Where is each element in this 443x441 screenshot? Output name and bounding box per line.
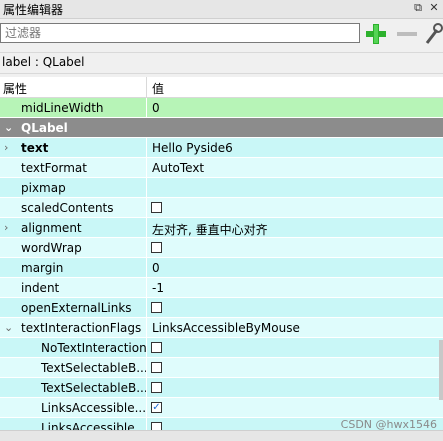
minus-icon[interactable]: [395, 22, 419, 46]
property-value[interactable]: LinksAccessibleByMouse: [152, 321, 300, 335]
property-value[interactable]: Hello Pyside6: [152, 141, 233, 155]
table-row[interactable]: pixmap: [0, 178, 443, 198]
property-table: midLineWidth 0 ⌄ QLabel › text Hello Pys…: [0, 98, 443, 430]
property-value[interactable]: 0: [152, 261, 160, 275]
checkbox-checked[interactable]: ✓: [151, 402, 162, 413]
object-label: label : QLabel: [2, 55, 85, 69]
property-name: pixmap: [21, 181, 66, 195]
property-name: NoTextInteraction: [41, 341, 147, 355]
table-row[interactable]: margin 0: [0, 258, 443, 278]
table-row[interactable]: scaledContents: [0, 198, 443, 218]
panel-titlebar: 属性编辑器 ⧉ ✕: [0, 0, 443, 19]
property-name: midLineWidth: [21, 101, 104, 115]
table-row[interactable]: TextSelectableB...: [0, 358, 443, 378]
bottom-panel-edge: [0, 430, 443, 441]
checkbox[interactable]: [151, 382, 162, 393]
column-separator[interactable]: [146, 77, 147, 97]
chevron-right-icon[interactable]: ›: [4, 221, 8, 234]
table-row[interactable]: openExternalLinks: [0, 298, 443, 318]
property-name: indent: [21, 281, 60, 295]
section-header-qlabel[interactable]: ⌄ QLabel: [0, 118, 443, 138]
wrench-icon[interactable]: [421, 22, 443, 46]
property-name: textFormat: [21, 161, 87, 175]
property-name: openExternalLinks: [21, 301, 132, 315]
float-icon[interactable]: ⧉: [411, 1, 425, 15]
property-name: TextSelectableB...: [41, 361, 148, 375]
table-row[interactable]: textFormat AutoText: [0, 158, 443, 178]
table-row[interactable]: indent -1: [0, 278, 443, 298]
checkbox[interactable]: [151, 302, 162, 313]
chevron-down-icon[interactable]: ⌄: [4, 321, 13, 334]
object-label-bar: label : QLabel: [0, 52, 443, 74]
checkbox[interactable]: [151, 242, 162, 253]
property-name: textInteractionFlags: [21, 321, 142, 335]
property-toolbar: [0, 19, 443, 51]
close-icon[interactable]: ✕: [427, 1, 441, 15]
property-name: scaledContents: [21, 201, 114, 215]
property-value[interactable]: AutoText: [152, 161, 204, 175]
table-header: 属性 值: [0, 77, 443, 98]
vertical-scrollbar[interactable]: [439, 340, 443, 400]
property-name: alignment: [21, 221, 82, 235]
plus-icon[interactable]: [364, 22, 388, 46]
table-row[interactable]: wordWrap: [0, 238, 443, 258]
property-value[interactable]: 0: [152, 101, 160, 115]
property-name: text: [21, 141, 49, 155]
property-value[interactable]: -1: [152, 281, 164, 295]
property-name: wordWrap: [21, 241, 82, 255]
table-row[interactable]: TextSelectableB...: [0, 378, 443, 398]
property-name: margin: [21, 261, 64, 275]
chevron-down-icon[interactable]: ⌄: [4, 121, 13, 134]
property-value[interactable]: 左对齐, 垂直中心对齐: [152, 221, 268, 238]
table-row[interactable]: NoTextInteraction: [0, 338, 443, 358]
filter-input[interactable]: [1, 24, 359, 42]
section-title: QLabel: [21, 121, 68, 135]
property-name: LinksAccessible...: [41, 401, 147, 415]
chevron-right-icon[interactable]: ›: [4, 141, 8, 154]
watermark: CSDN @hwx1546: [340, 418, 437, 431]
table-row[interactable]: LinksAccessible... ✓: [0, 398, 443, 418]
table-row[interactable]: › alignment 左对齐, 垂直中心对齐: [0, 218, 443, 238]
table-row[interactable]: › text Hello Pyside6: [0, 138, 443, 158]
checkbox[interactable]: [151, 202, 162, 213]
checkbox[interactable]: [151, 362, 162, 373]
column-header-value[interactable]: 值: [152, 80, 164, 97]
filter-field[interactable]: [0, 23, 360, 43]
table-row[interactable]: midLineWidth 0: [0, 98, 443, 118]
property-name: LinksAccessible...: [41, 421, 147, 430]
table-row[interactable]: ⌄ textInteractionFlags LinksAccessibleBy…: [0, 318, 443, 338]
column-header-property[interactable]: 属性: [3, 80, 27, 97]
checkbox[interactable]: [151, 422, 162, 430]
panel-title: 属性编辑器: [3, 3, 64, 17]
property-name: TextSelectableB...: [41, 381, 148, 395]
checkbox[interactable]: [151, 342, 162, 353]
